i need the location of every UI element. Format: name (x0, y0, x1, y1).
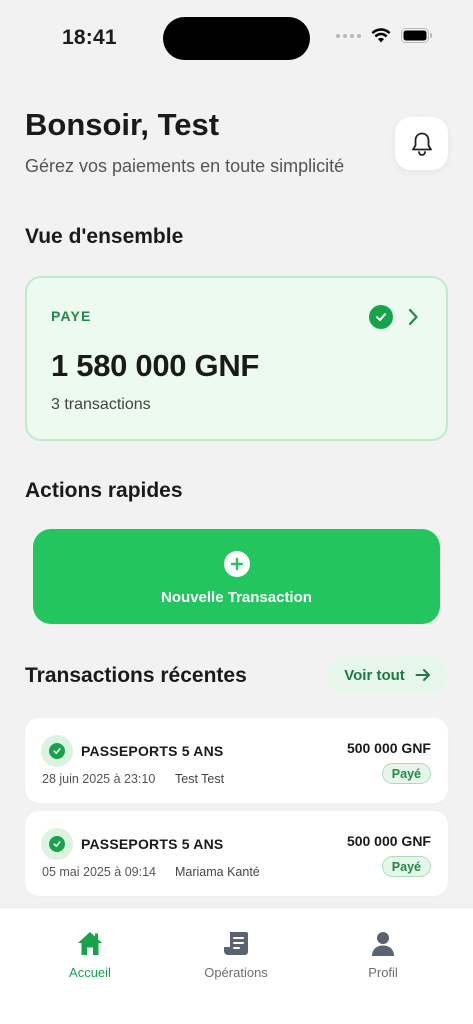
overview-section-title: Vue d'ensemble (25, 225, 184, 248)
transaction-date: 05 mai 2025 à 09:14 (42, 865, 156, 879)
plus-icon (223, 551, 250, 577)
dynamic-island (163, 17, 310, 60)
tab-label: Opérations (204, 965, 268, 980)
check-circle-icon (49, 836, 65, 852)
greeting-subtitle: Gérez vos paiements en toute simplicité (25, 156, 345, 176)
check-circle-icon (49, 743, 65, 759)
tab-label: Accueil (69, 965, 111, 980)
status-time: 18:41 (62, 26, 117, 49)
greeting-title: Bonsoir, Test (25, 107, 220, 142)
transaction-date: 28 juin 2025 à 23:10 (42, 772, 156, 786)
overview-amount: 1 580 000 GNF (51, 348, 260, 383)
signal-icon (336, 33, 361, 38)
transaction-amount: 500 000 GNF (346, 833, 431, 849)
overview-status-label: PAYE (51, 308, 92, 324)
transaction-person: Test Test (175, 772, 225, 786)
transaction-status-badge: Payé (381, 763, 431, 784)
transaction-person: Mariama Kanté (175, 865, 260, 879)
new-transaction-label: Nouvelle Transaction (161, 589, 312, 606)
transaction-status-badge: Payé (381, 856, 431, 877)
tab-profil[interactable]: Profil (328, 930, 438, 980)
operations-icon (224, 932, 248, 955)
new-transaction-button[interactable]: Nouvelle Transaction (33, 529, 440, 624)
transaction-amount: 500 000 GNF (346, 740, 431, 756)
tab-accueil[interactable]: Accueil (35, 930, 145, 980)
profile-icon (372, 932, 394, 956)
check-circle-icon (369, 305, 393, 329)
home-icon (78, 932, 102, 955)
transaction-title: PASSEPORTS 5 ANS (81, 743, 224, 759)
transaction-status-icon (41, 828, 73, 860)
transaction-title: PASSEPORTS 5 ANS (81, 836, 224, 852)
see-all-label: Voir tout (344, 666, 405, 684)
status-bar: 18:41 (0, 0, 473, 80)
status-icons (336, 28, 433, 43)
tab-operations[interactable]: Opérations (181, 930, 291, 980)
battery-icon (401, 28, 432, 43)
transaction-card[interactable]: PASSEPORTS 5 ANS 05 mai 2025 à 09:14 Mar… (25, 811, 448, 896)
chevron-right-icon[interactable] (403, 305, 423, 329)
overview-transactions-count: 3 transactions (51, 396, 151, 413)
see-all-button[interactable]: Voir tout (327, 656, 448, 694)
wifi-icon (371, 28, 391, 43)
bell-icon (411, 132, 432, 156)
recent-section-title: Transactions récentes (25, 664, 247, 687)
quick-actions-section-title: Actions rapides (25, 479, 183, 502)
arrow-right-icon (415, 669, 430, 681)
notifications-button[interactable] (395, 117, 448, 170)
transaction-card[interactable]: PASSEPORTS 5 ANS 28 juin 2025 à 23:10 Te… (25, 718, 448, 803)
overview-card[interactable]: PAYE 1 580 000 GNF 3 transactions (25, 276, 448, 441)
tab-label: Profil (368, 965, 398, 980)
tab-bar: Accueil Opérations Profil (0, 907, 473, 1024)
transaction-status-icon (41, 735, 73, 767)
